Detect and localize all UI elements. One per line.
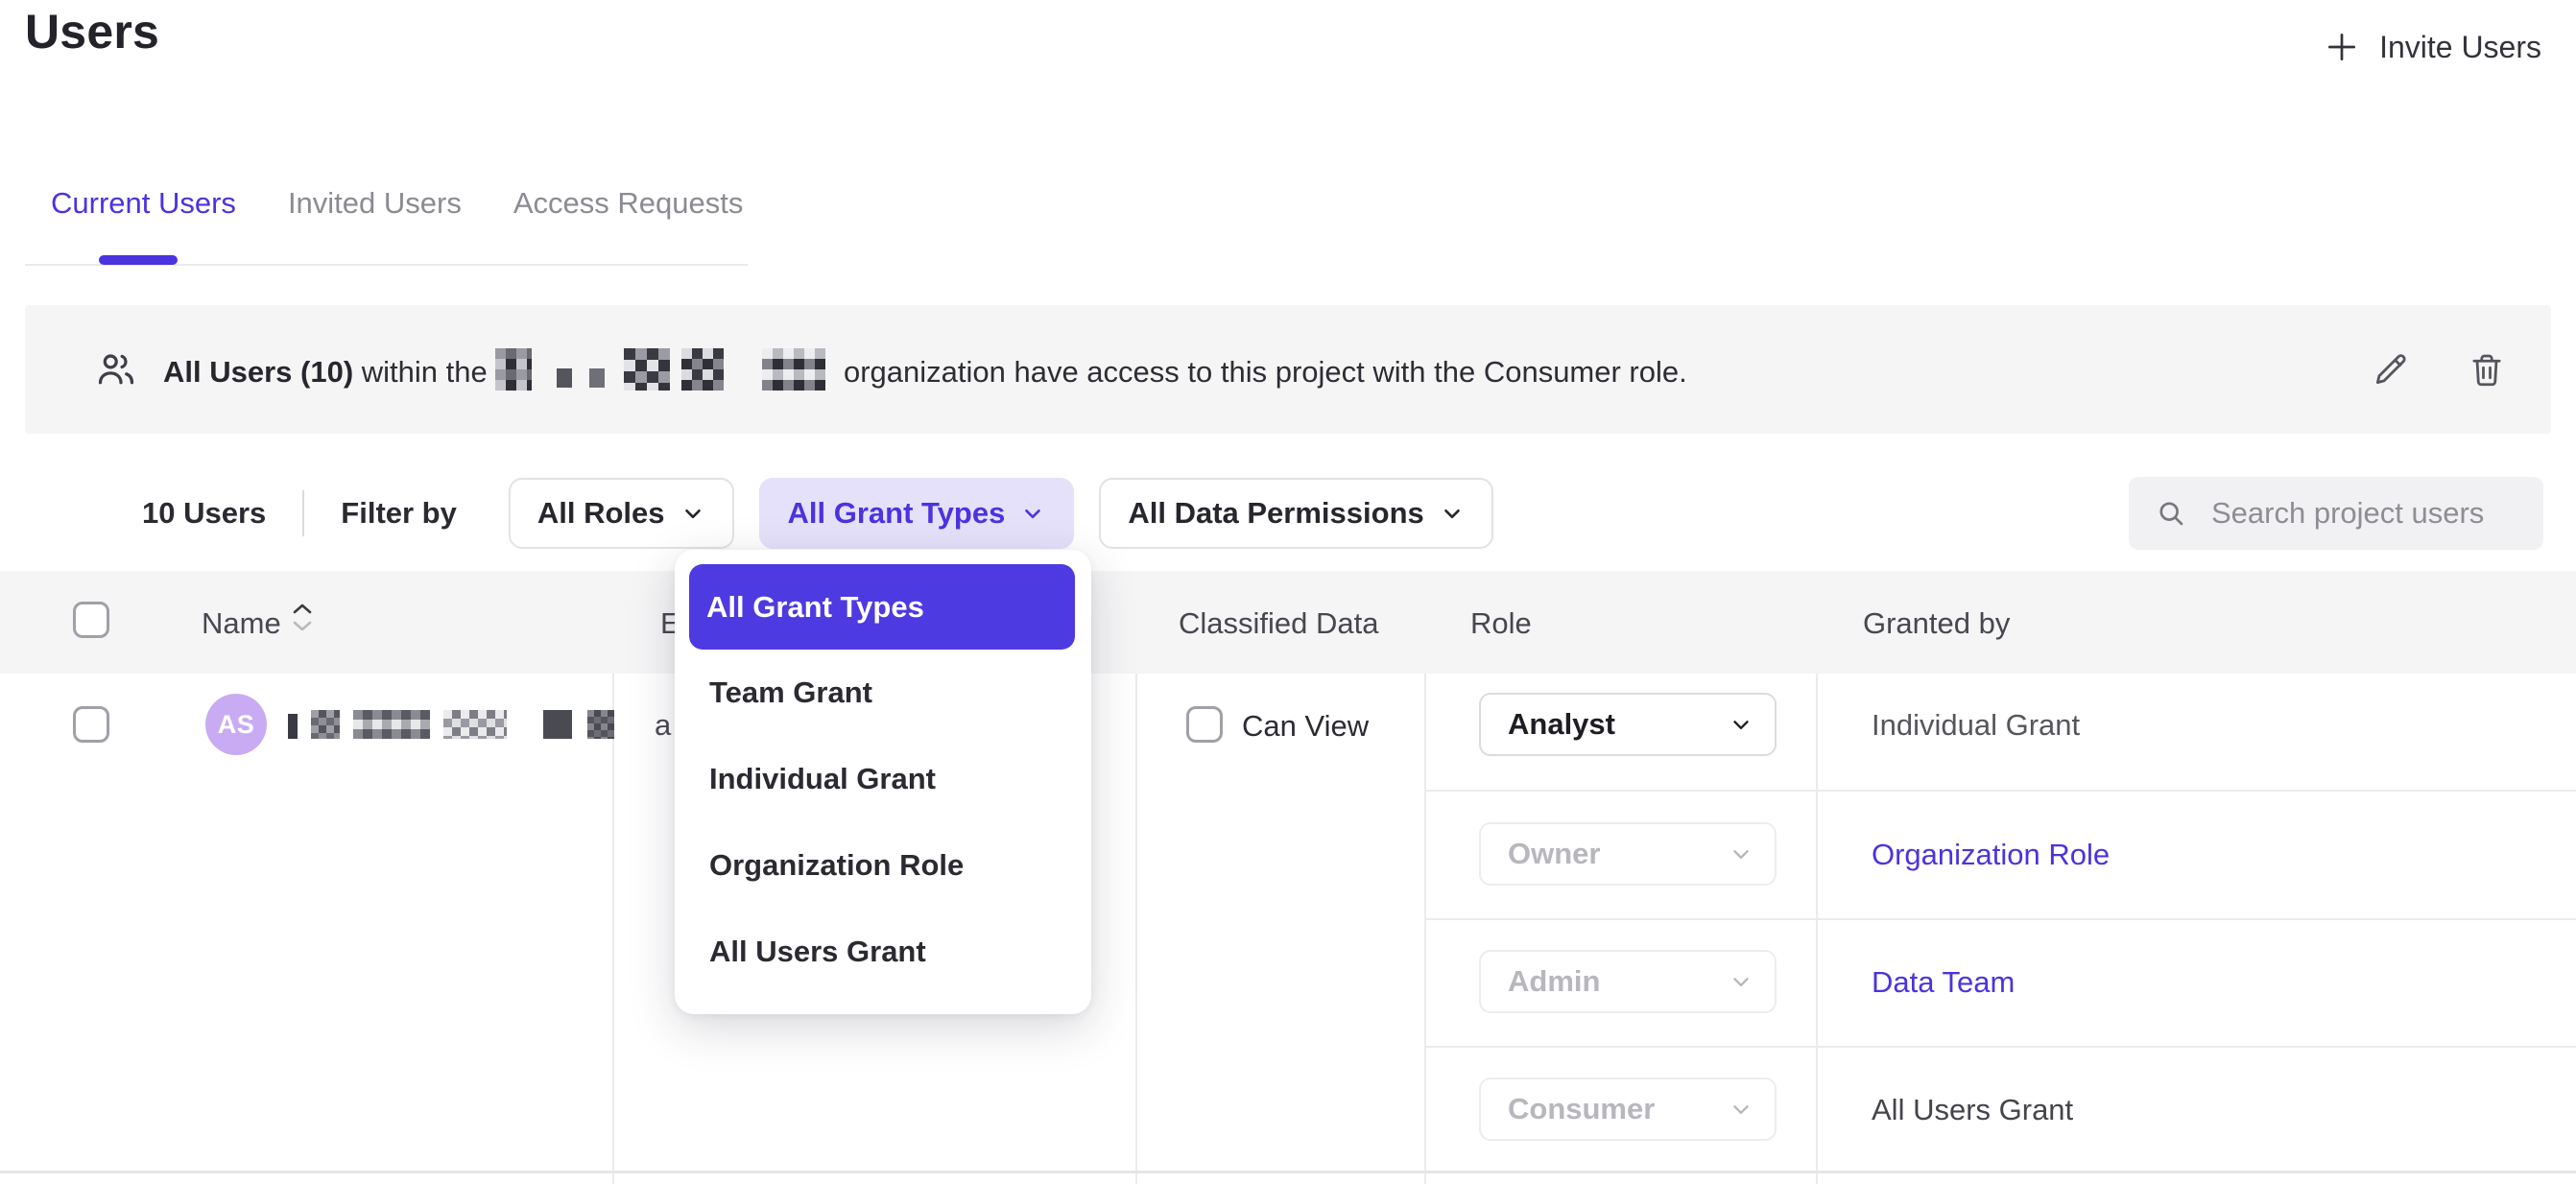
column-header-name: Name [202,606,281,641]
sort-button[interactable] [290,601,315,634]
role-select-admin[interactable]: Admin [1479,950,1777,1013]
grant-type-filter-dropdown[interactable]: All Grant Types [759,478,1075,549]
column-header-granted-by: Granted by [1863,606,2010,641]
users-icon [94,347,138,391]
column-divider [1424,674,1426,1184]
granted-by-link[interactable]: Data Team [1872,965,2015,1000]
user-email-fragment: a [655,708,671,743]
avatar: AS [205,694,267,755]
chevron-down-icon [1440,501,1465,526]
banner-actions [2365,343,2513,395]
sort-desc-icon [292,620,313,632]
role-select-owner[interactable]: Owner [1479,822,1777,886]
tabs-bar: Current Users Invited Users Access Reque… [25,173,769,234]
row-select-checkbox[interactable] [73,706,109,743]
select-all-checkbox[interactable] [73,602,109,638]
column-header-role: Role [1470,606,1532,641]
tab-current-users[interactable]: Current Users [25,173,262,234]
redacted-user-name [288,710,614,739]
tab-access-requests[interactable]: Access Requests [488,173,770,234]
trash-icon [2467,349,2507,390]
can-view-checkbox[interactable] [1186,706,1223,743]
granted-by-value: All Users Grant [1872,1093,2073,1127]
menu-item-team-grant[interactable]: Team Grant [689,650,1075,736]
menu-item-all-grant-types[interactable]: All Grant Types [689,564,1075,650]
search-box [2129,477,2543,550]
divider [302,490,304,536]
menu-item-organization-role[interactable]: Organization Role [689,822,1075,909]
filter-row: 10 Users Filter by All Roles All Grant T… [25,472,2543,555]
chevron-down-icon [1729,841,1753,866]
page-title: Users [25,4,159,59]
role-filter-label: All Roles [537,496,665,531]
chevron-down-icon [680,501,705,526]
grant-type-filter-label: All Grant Types [788,496,1006,531]
search-icon [2154,496,2188,531]
edit-all-users-grant-button[interactable] [2365,343,2417,395]
all-users-banner: All Users (10) within the organization h… [25,305,2551,434]
redacted-org-name [495,355,835,389]
grant-type-menu: All Grant Types Team Grant Individual Gr… [675,550,1091,1014]
column-divider [1135,674,1137,1184]
banner-text: All Users (10) within the organization h… [163,348,1687,391]
filter-by-label: Filter by [341,496,457,531]
role-select-value: Analyst [1508,707,1615,742]
invite-users-label: Invite Users [2379,30,2541,65]
row-divider [0,1171,2576,1173]
can-view-label: Can View [1242,709,1369,744]
chevron-down-icon [1020,501,1045,526]
menu-item-all-users-grant[interactable]: All Users Grant [689,909,1075,995]
sort-asc-icon [292,603,313,615]
data-permissions-filter-dropdown[interactable]: All Data Permissions [1099,478,1492,549]
chevron-down-icon [1729,712,1753,737]
role-select-analyst[interactable]: Analyst [1479,693,1777,756]
menu-item-individual-grant[interactable]: Individual Grant [689,736,1075,822]
column-header-classified-data: Classified Data [1179,606,1378,641]
chevron-down-icon [1729,1097,1753,1122]
plus-icon [2324,29,2360,65]
delete-all-users-grant-button[interactable] [2461,343,2513,395]
column-divider [1816,674,1818,1184]
tab-invited-users[interactable]: Invited Users [262,173,488,234]
grant-row-divider [1424,1046,2576,1048]
grant-row-divider [1424,790,2576,792]
table-header: Name Email Classified Data Role Granted … [0,571,2576,674]
data-permissions-filter-label: All Data Permissions [1128,496,1423,531]
user-count: 10 Users [142,496,266,531]
granted-by-value: Individual Grant [1872,708,2080,743]
active-tab-indicator [99,255,178,265]
role-select-value: Admin [1508,964,1600,999]
chevron-down-icon [1729,969,1753,994]
pencil-icon [2371,349,2411,390]
grant-row-divider [1424,918,2576,920]
role-select-consumer[interactable]: Consumer [1479,1077,1777,1141]
role-select-value: Consumer [1508,1092,1655,1126]
invite-users-button[interactable]: Invite Users [2322,21,2543,73]
role-filter-dropdown[interactable]: All Roles [509,478,734,549]
role-select-value: Owner [1508,837,1600,871]
granted-by-link[interactable]: Organization Role [1872,838,2110,872]
search-input[interactable] [2209,495,2518,532]
column-divider [612,674,614,1184]
banner-bold-text: All Users (10) [163,355,353,389]
